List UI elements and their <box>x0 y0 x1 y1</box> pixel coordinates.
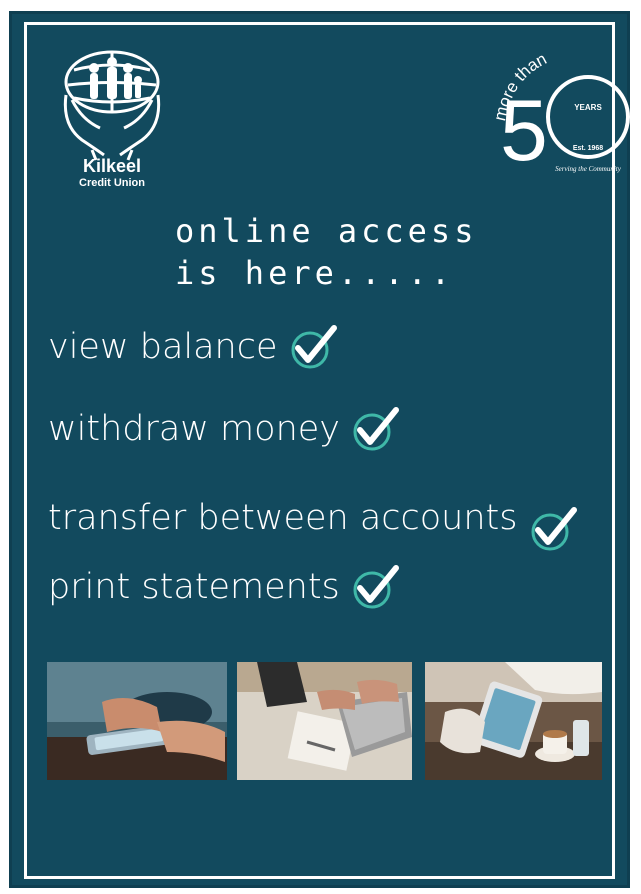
headline-line2: is here..... <box>175 254 455 292</box>
feature-item: withdraw money <box>48 406 402 452</box>
check-icon <box>353 565 399 609</box>
feature-item: print statements <box>48 564 402 610</box>
headline: online access is here..... <box>175 210 477 294</box>
check-icon <box>531 507 577 551</box>
feature-label: view balance <box>48 327 278 367</box>
badge-tagline: Serving the Community <box>555 165 622 173</box>
badge-number: 5 <box>500 83 548 179</box>
feature-label: transfer between accounts <box>48 498 518 538</box>
feature-item: view balance <box>48 324 340 370</box>
laptop-photo <box>237 662 412 780</box>
logo-subname: Credit Union <box>79 177 145 189</box>
phone-photo <box>47 662 227 780</box>
check-icon <box>291 325 337 369</box>
badge-years: YEARS <box>574 103 602 112</box>
check-icon <box>353 407 399 451</box>
badge-est: Est. 1968 <box>573 145 603 152</box>
feature-label: withdraw money <box>48 409 340 449</box>
tablet-photo <box>425 662 602 780</box>
logo-name: Kilkeel <box>82 156 142 176</box>
headline-line1: online access <box>175 212 478 250</box>
fifty-years-badge: more than 5 YEARS Est. 1968 Serving the … <box>490 49 630 179</box>
feature-label: print statements <box>48 567 340 607</box>
feature-item: transfer between accounts <box>48 484 580 552</box>
photo-strip <box>47 662 604 782</box>
